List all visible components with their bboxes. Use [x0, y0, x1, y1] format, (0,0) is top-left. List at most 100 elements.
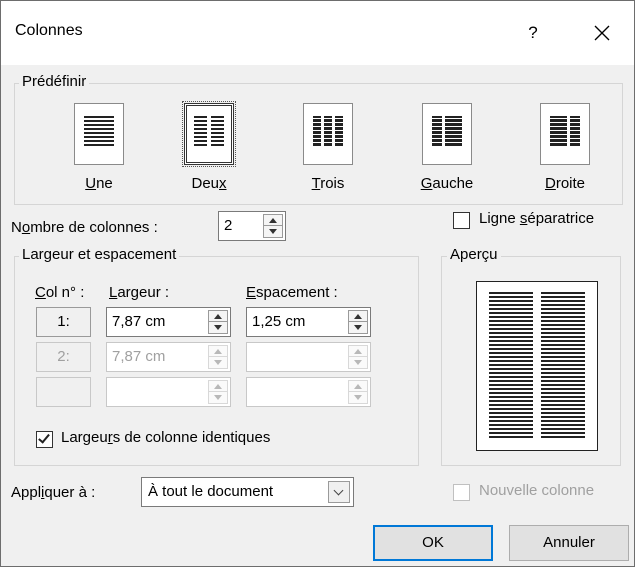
- spacing-input-3: [246, 377, 371, 407]
- preview-text-line: [489, 388, 533, 390]
- preset-two[interactable]: Deux: [164, 101, 254, 203]
- width-input-3: [106, 377, 231, 407]
- chevron-down-icon[interactable]: [328, 481, 350, 503]
- preset-left-label: Gauche: [420, 175, 474, 192]
- preview-text-line: [541, 436, 585, 438]
- preview-text-line: [489, 384, 533, 386]
- preview-text-line: [541, 376, 585, 378]
- preview-text-line: [541, 420, 585, 422]
- preview-text-line: [489, 400, 533, 402]
- preview-text-line: [489, 364, 533, 366]
- one-column-icon: [74, 103, 124, 165]
- preview-text-line: [541, 432, 585, 434]
- preview-text-line: [489, 428, 533, 430]
- close-button[interactable]: [576, 11, 628, 55]
- spinner-arrows: [348, 310, 368, 334]
- preview-text-line: [541, 356, 585, 358]
- preview-text-line: [489, 368, 533, 370]
- preview-text-line: [489, 312, 533, 314]
- spin-down-icon[interactable]: [349, 322, 367, 333]
- dialog-title: Colonnes: [15, 22, 83, 39]
- preview-text-line: [541, 324, 585, 326]
- preview-text-line: [489, 352, 533, 354]
- preview-text-line: [489, 356, 533, 358]
- preview-text-line: [541, 348, 585, 350]
- preview-text-line: [489, 296, 533, 298]
- preview-text-line: [541, 340, 585, 342]
- preview-text-line: [541, 400, 585, 402]
- preview-text-line: [541, 424, 585, 426]
- preview-text-line: [541, 308, 585, 310]
- col-number-3: [36, 377, 91, 407]
- width-spacing-group-label: Largeur et espacement: [19, 246, 180, 263]
- preset-right-label: Droite: [544, 175, 586, 192]
- preview-text-line: [541, 296, 585, 298]
- preview-text-line: [489, 320, 533, 322]
- preview-text-line: [489, 300, 533, 302]
- col-number-2: 2:: [36, 342, 91, 372]
- preset-right[interactable]: Droite: [520, 103, 610, 203]
- preview-text-line: [541, 372, 585, 374]
- preview-text-line: [489, 392, 533, 394]
- left-column-icon: [422, 103, 472, 165]
- spin-down-icon: [349, 392, 367, 403]
- preset-left[interactable]: Gauche: [402, 103, 492, 203]
- preset-two-label: Deux: [191, 175, 227, 192]
- spacing-input-1[interactable]: 1,25 cm: [246, 307, 371, 337]
- preview-text-line: [541, 380, 585, 382]
- apply-to-label: Appliquer à :: [11, 484, 96, 501]
- spin-down-icon: [209, 392, 227, 403]
- preview-text-line: [541, 304, 585, 306]
- preview-text-line: [489, 324, 533, 326]
- spin-up-icon[interactable]: [209, 311, 227, 322]
- col-number-1: 1:: [36, 307, 91, 337]
- two-columns-icon: [182, 101, 236, 167]
- preview-text-line: [541, 336, 585, 338]
- preview-text-line: [489, 404, 533, 406]
- cancel-button[interactable]: Annuler: [509, 525, 629, 561]
- apply-to-select[interactable]: À tout le document: [141, 477, 354, 507]
- spin-up-icon[interactable]: [349, 311, 367, 322]
- preview-text-line: [541, 368, 585, 370]
- preview-text-line: [489, 436, 533, 438]
- new-column-checkbox: [453, 484, 470, 501]
- help-button[interactable]: ?: [511, 11, 555, 55]
- width-input-1[interactable]: 7,87 cm: [106, 307, 231, 337]
- spinner-arrows: [263, 214, 283, 238]
- checkmark-icon: [38, 431, 50, 444]
- spin-up-icon: [209, 346, 227, 357]
- preview-text-line: [489, 396, 533, 398]
- preview-text-line: [489, 380, 533, 382]
- preset-one-label: Une: [85, 175, 113, 192]
- preview-page: [476, 281, 598, 451]
- ok-button[interactable]: OK: [373, 525, 493, 561]
- right-column-icon: [540, 103, 590, 165]
- spin-down-icon[interactable]: [209, 322, 227, 333]
- separator-line-label[interactable]: Ligne séparatrice: [479, 210, 594, 227]
- preview-text-line: [541, 392, 585, 394]
- preview-text-line: [541, 312, 585, 314]
- spinner-arrows: [208, 310, 228, 334]
- columns-dialog: Colonnes ? Prédéfinir Une Deux Trois Gau…: [0, 0, 635, 567]
- preview-text-line: [489, 360, 533, 362]
- preview-text-line: [541, 404, 585, 406]
- preset-one[interactable]: Une: [54, 103, 144, 203]
- preview-text-line: [541, 384, 585, 386]
- column-count-spinner[interactable]: 2: [218, 211, 286, 241]
- spin-up-icon: [349, 346, 367, 357]
- spin-up-icon: [209, 381, 227, 392]
- preview-text-line: [489, 420, 533, 422]
- spacing-input-2: [246, 342, 371, 372]
- preview-text-line: [541, 360, 585, 362]
- spin-up-icon[interactable]: [264, 215, 282, 226]
- width-header: Largeur :: [109, 284, 170, 301]
- preview-text-line: [489, 376, 533, 378]
- separator-line-checkbox[interactable]: [453, 212, 470, 229]
- preview-text-line: [489, 308, 533, 310]
- preset-three[interactable]: Trois: [283, 103, 373, 203]
- preview-text-line: [541, 332, 585, 334]
- equal-width-label[interactable]: Largeurs de colonne identiques: [61, 429, 270, 446]
- spin-down-icon[interactable]: [264, 226, 282, 237]
- equal-width-checkbox[interactable]: [36, 431, 53, 448]
- help-icon: ?: [528, 23, 538, 42]
